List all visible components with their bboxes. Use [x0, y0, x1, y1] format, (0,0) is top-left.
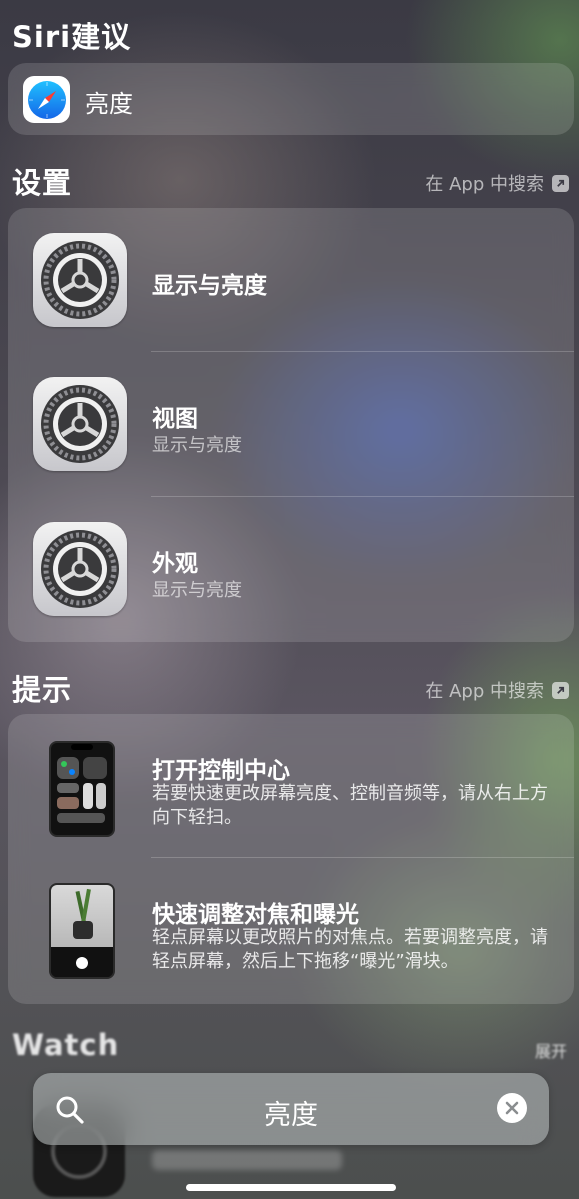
- tip-description: 轻点屏幕以更改照片的对焦点。若要调整亮度，请轻点屏幕，然后上下拖移“曝光”滑块。: [152, 927, 548, 972]
- tip-title: 快速调整对焦和曝光: [152, 902, 359, 928]
- tip-description: 若要快速更改屏幕亮度、控制音频等，请从右上方向下轻扫。: [152, 783, 548, 828]
- watch-section-title: Watch: [12, 1028, 120, 1062]
- settings-row-subtitle: 显示与亮度: [152, 580, 242, 601]
- settings-search-in-app-link[interactable]: 在 App 中搜索: [425, 170, 569, 196]
- open-arrow-icon: [552, 681, 569, 699]
- tips-results-card: 打开控制中心 若要快速更改屏幕亮度、控制音频等，请从右上方向下轻扫。 快速调整对…: [8, 714, 574, 1004]
- safari-icon: [23, 76, 70, 123]
- siri-suggestion-card[interactable]: 亮度: [8, 63, 574, 135]
- tip-row-focus-exposure[interactable]: 快速调整对焦和曝光 轻点屏幕以更改照片的对焦点。若要调整亮度，请轻点屏幕，然后上…: [8, 858, 574, 1004]
- watch-result-blur-text: [152, 1150, 342, 1170]
- search-bar[interactable]: 亮度: [33, 1073, 549, 1145]
- settings-row-view[interactable]: 视图 显示与亮度: [8, 352, 574, 497]
- camera-focus-thumbnail: [49, 883, 115, 979]
- settings-section-title: 设置: [12, 166, 73, 200]
- open-arrow-icon: [552, 174, 569, 192]
- search-input[interactable]: 亮度: [33, 1093, 549, 1132]
- search-in-app-label: 在 App 中搜索: [425, 681, 544, 702]
- home-indicator[interactable]: [186, 1184, 396, 1191]
- settings-gear-icon: [33, 233, 127, 327]
- watch-expand-link[interactable]: 展开: [535, 1038, 567, 1062]
- close-icon: [505, 1101, 519, 1115]
- siri-suggestions-title: Siri建议: [12, 20, 132, 54]
- settings-row-display-brightness[interactable]: 显示与亮度: [8, 208, 574, 352]
- tips-search-in-app-link[interactable]: 在 App 中搜索: [425, 677, 569, 703]
- settings-results-card: 显示与亮度 视图 显示与亮度 外观 显示与亮度: [8, 208, 574, 642]
- siri-suggestion-label: 亮度: [85, 90, 133, 118]
- settings-gear-icon: [33, 522, 127, 616]
- settings-row-title: 外观: [152, 551, 198, 577]
- clear-search-button[interactable]: [497, 1093, 527, 1123]
- tip-title: 打开控制中心: [152, 758, 290, 784]
- tip-row-control-center[interactable]: 打开控制中心 若要快速更改屏幕亮度、控制音频等，请从右上方向下轻扫。: [8, 714, 574, 858]
- settings-row-appearance[interactable]: 外观 显示与亮度: [8, 497, 574, 642]
- settings-row-subtitle: 显示与亮度: [152, 435, 242, 456]
- settings-row-title: 视图: [152, 406, 198, 432]
- tips-section-title: 提示: [12, 673, 73, 707]
- search-in-app-label: 在 App 中搜索: [425, 174, 544, 195]
- settings-row-title: 显示与亮度: [152, 273, 267, 299]
- control-center-thumbnail: [49, 741, 115, 837]
- settings-gear-icon: [33, 377, 127, 471]
